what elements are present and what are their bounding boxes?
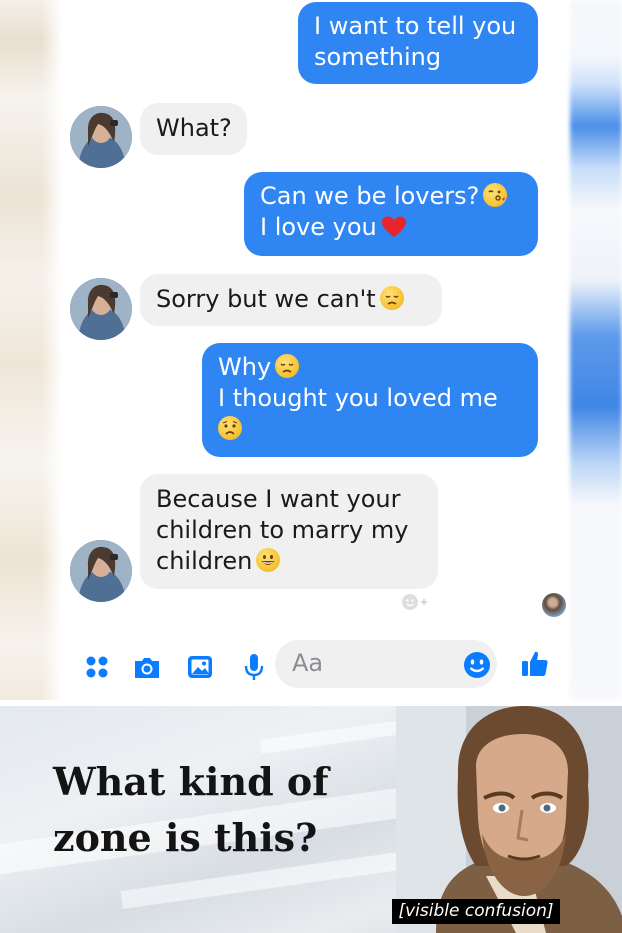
add-reaction-icon[interactable] [399, 591, 429, 613]
message-line: Sorry but we can't [156, 285, 376, 313]
message-line: Because I want your [156, 485, 401, 513]
gallery-icon[interactable] [185, 652, 215, 682]
menu-dots-icon[interactable] [82, 652, 112, 682]
read-receipt-avatar [542, 593, 566, 617]
contact-avatar[interactable] [70, 106, 132, 168]
meme-panel: What kind of zone is this? [visible conf… [0, 706, 622, 933]
message-line: I love you [260, 213, 377, 241]
contact-avatar[interactable] [70, 278, 132, 340]
message-line: Why [218, 353, 272, 381]
grinning-face-icon [256, 548, 281, 572]
message-outgoing[interactable]: Why I thought you loved me [202, 343, 538, 457]
disappointed-face-icon [275, 354, 300, 378]
emoji-icon[interactable] [462, 650, 492, 680]
meme-caption: [visible confusion] [392, 899, 560, 924]
message-line: I thought you loved me [218, 384, 498, 412]
blurred-right-edge [570, 0, 622, 700]
message-incoming[interactable]: Because I want your children to marry my… [140, 474, 438, 589]
face-blowing-kiss-icon [483, 183, 508, 207]
message-input-placeholder: Aa [292, 649, 324, 677]
message-outgoing[interactable]: I want to tell you something [298, 2, 538, 84]
message-incoming[interactable]: Sorry but we can't [140, 274, 442, 326]
chat-thread[interactable]: I want to tell you something What? Can w… [62, 0, 570, 700]
camera-icon[interactable] [132, 652, 162, 682]
red-heart-icon [381, 216, 406, 237]
message-line: something [314, 43, 442, 71]
blurred-left-edge [0, 0, 62, 700]
microphone-icon[interactable] [239, 652, 269, 682]
disappointed-face-icon [379, 286, 404, 310]
message-outgoing[interactable]: Can we be lovers? I love you [244, 172, 538, 256]
worried-face-icon [218, 416, 242, 440]
message-line: children to marry my [156, 516, 409, 544]
contact-avatar[interactable] [70, 540, 132, 602]
message-line: children [156, 547, 253, 575]
message-line: I want to tell you [314, 12, 517, 40]
message-incoming[interactable]: What? [140, 103, 247, 155]
message-line: What? [156, 114, 232, 142]
thumbs-up-icon[interactable] [520, 649, 550, 679]
message-composer: Aa [62, 630, 570, 700]
meme-text: What kind of zone is this? [53, 759, 329, 860]
message-line: Can we be lovers? [260, 182, 480, 210]
